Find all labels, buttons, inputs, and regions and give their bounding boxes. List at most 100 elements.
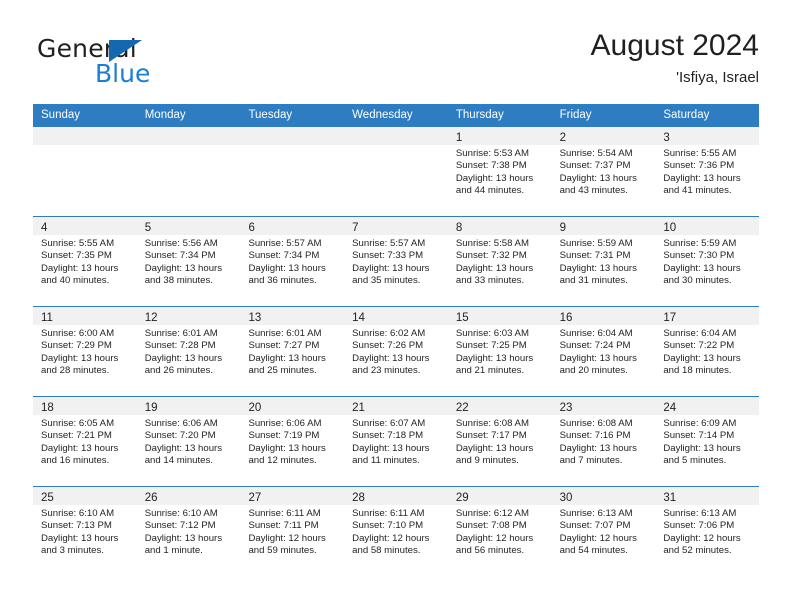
daylight-text-line2: and 59 minutes. xyxy=(248,545,317,557)
sunrise-text: Sunrise: 6:06 AM xyxy=(144,418,218,429)
calendar-day-cell[interactable]: 4 Sunrise: 5:55 AM Sunset: 7:35 PM Dayli… xyxy=(33,217,137,306)
day-details: Sunrise: 6:09 AM Sunset: 7:14 PM Dayligh… xyxy=(655,415,759,468)
daylight-text-line2: and 36 minutes. xyxy=(248,275,317,287)
calendar-day-cell[interactable]: 5 Sunrise: 5:56 AM Sunset: 7:34 PM Dayli… xyxy=(136,217,241,306)
day-number-band: 28 xyxy=(344,487,448,505)
sunrise-text: Sunrise: 6:04 AM xyxy=(559,328,633,339)
sunset-text: Sunset: 7:31 PM xyxy=(559,250,631,262)
daylight-text-line2: and 7 minutes. xyxy=(559,455,623,467)
sunset-text: Sunset: 7:37 PM xyxy=(559,160,631,172)
day-number-band xyxy=(344,127,448,145)
calendar-day-cell[interactable]: 19 Sunrise: 6:06 AM Sunset: 7:20 PM Dayl… xyxy=(136,397,241,486)
day-number-band: 9 xyxy=(551,217,656,235)
calendar-day-cell[interactable]: 12 Sunrise: 6:01 AM Sunset: 7:28 PM Dayl… xyxy=(136,307,241,396)
day-number-band: 13 xyxy=(240,307,345,325)
sunset-text: Sunset: 7:22 PM xyxy=(663,340,735,352)
day-number-band: 3 xyxy=(655,127,760,145)
calendar-day-cell[interactable]: 24 Sunrise: 6:09 AM Sunset: 7:14 PM Dayl… xyxy=(655,397,760,486)
weekday-friday: Friday xyxy=(559,109,592,121)
calendar-day-cell[interactable]: 27 Sunrise: 6:11 AM Sunset: 7:11 PM Dayl… xyxy=(240,487,345,577)
sunset-text: Sunset: 7:08 PM xyxy=(455,520,527,532)
day-number: 15 xyxy=(455,312,469,324)
calendar-day-cell[interactable]: 20 Sunrise: 6:06 AM Sunset: 7:19 PM Dayl… xyxy=(240,397,345,486)
day-number-band: 24 xyxy=(655,397,760,415)
day-number-band: 16 xyxy=(551,307,656,325)
day-details: Sunrise: 5:54 AM Sunset: 7:37 PM Dayligh… xyxy=(552,145,656,198)
calendar-day-cell[interactable]: 18 Sunrise: 6:05 AM Sunset: 7:21 PM Dayl… xyxy=(33,397,137,486)
day-number: 19 xyxy=(144,402,158,414)
sunrise-text: Sunrise: 6:13 AM xyxy=(663,508,737,519)
daylight-text-line2: and 23 minutes. xyxy=(352,365,421,377)
daylight-text-line1: Daylight: 13 hours xyxy=(455,262,534,274)
weekday-thursday: Thursday xyxy=(455,109,504,121)
calendar-day-cell[interactable] xyxy=(136,127,241,216)
calendar-day-cell[interactable]: 14 Sunrise: 6:02 AM Sunset: 7:26 PM Dayl… xyxy=(344,307,448,396)
sunrise-text: Sunrise: 6:05 AM xyxy=(41,418,115,429)
weekday-tuesday: Tuesday xyxy=(248,109,293,121)
calendar-day-cell[interactable]: 11 Sunrise: 6:00 AM Sunset: 7:29 PM Dayl… xyxy=(33,307,137,396)
calendar-day-cell[interactable]: 21 Sunrise: 6:07 AM Sunset: 7:18 PM Dayl… xyxy=(344,397,448,486)
day-number: 26 xyxy=(144,492,158,504)
sunrise-text: Sunrise: 5:56 AM xyxy=(144,238,218,249)
sunrise-text: Sunrise: 6:09 AM xyxy=(663,418,737,429)
calendar-day-cell[interactable]: 9 Sunrise: 5:59 AM Sunset: 7:31 PM Dayli… xyxy=(551,217,656,306)
calendar-day-cell[interactable]: 16 Sunrise: 6:04 AM Sunset: 7:24 PM Dayl… xyxy=(551,307,656,396)
daylight-text-line2: and 58 minutes. xyxy=(352,545,421,557)
calendar-day-cell[interactable] xyxy=(33,127,137,216)
day-number: 27 xyxy=(248,492,262,504)
day-number: 18 xyxy=(41,402,54,414)
calendar-day-cell[interactable] xyxy=(344,127,448,216)
day-number-band: 21 xyxy=(344,397,448,415)
sunset-text: Sunset: 7:20 PM xyxy=(144,430,216,442)
generalblue-logo[interactable]: General Blue xyxy=(37,34,267,94)
sunset-text: Sunset: 7:16 PM xyxy=(559,430,631,442)
calendar-day-cell[interactable]: 23 Sunrise: 6:08 AM Sunset: 7:16 PM Dayl… xyxy=(551,397,656,486)
calendar-day-cell[interactable]: 29 Sunrise: 6:12 AM Sunset: 7:08 PM Dayl… xyxy=(447,487,552,577)
day-number: 23 xyxy=(559,402,573,414)
day-details: Sunrise: 6:10 AM Sunset: 7:12 PM Dayligh… xyxy=(137,505,241,558)
calendar-day-cell[interactable]: 1 Sunrise: 5:53 AM Sunset: 7:38 PM Dayli… xyxy=(447,127,552,216)
daylight-text-line1: Daylight: 13 hours xyxy=(352,352,430,364)
day-details: Sunrise: 6:11 AM Sunset: 7:11 PM Dayligh… xyxy=(240,505,344,558)
calendar-day-cell[interactable]: 15 Sunrise: 6:03 AM Sunset: 7:25 PM Dayl… xyxy=(447,307,552,396)
day-details: Sunrise: 6:10 AM Sunset: 7:13 PM Dayligh… xyxy=(33,505,137,558)
sunrise-text: Sunrise: 5:54 AM xyxy=(559,148,633,159)
sunrise-text: Sunrise: 5:57 AM xyxy=(248,238,322,249)
daylight-text-line1: Daylight: 13 hours xyxy=(41,442,119,454)
calendar-day-cell[interactable]: 28 Sunrise: 6:11 AM Sunset: 7:10 PM Dayl… xyxy=(344,487,448,577)
day-number-band: 23 xyxy=(551,397,656,415)
calendar-day-cell[interactable]: 31 Sunrise: 6:13 AM Sunset: 7:06 PM Dayl… xyxy=(655,487,760,577)
calendar-day-cell[interactable]: 25 Sunrise: 6:10 AM Sunset: 7:13 PM Dayl… xyxy=(33,487,137,577)
sunrise-text: Sunrise: 6:13 AM xyxy=(559,508,633,519)
sunrise-text: Sunrise: 6:06 AM xyxy=(248,418,322,429)
calendar-week-row: 4 Sunrise: 5:55 AM Sunset: 7:35 PM Dayli… xyxy=(33,216,760,306)
calendar-day-cell[interactable]: 30 Sunrise: 6:13 AM Sunset: 7:07 PM Dayl… xyxy=(551,487,656,577)
day-number: 24 xyxy=(663,402,677,414)
day-number: 9 xyxy=(559,222,566,234)
calendar-day-cell[interactable]: 13 Sunrise: 6:01 AM Sunset: 7:27 PM Dayl… xyxy=(240,307,345,396)
calendar-day-cell[interactable]: 22 Sunrise: 6:08 AM Sunset: 7:17 PM Dayl… xyxy=(447,397,552,486)
calendar-day-cell[interactable]: 6 Sunrise: 5:57 AM Sunset: 7:34 PM Dayli… xyxy=(240,217,345,306)
calendar-day-cell[interactable]: 17 Sunrise: 6:04 AM Sunset: 7:22 PM Dayl… xyxy=(655,307,760,396)
day-number-band: 7 xyxy=(344,217,448,235)
sunrise-text: Sunrise: 6:00 AM xyxy=(41,328,115,339)
calendar-day-cell[interactable] xyxy=(240,127,345,216)
day-details: Sunrise: 6:04 AM Sunset: 7:22 PM Dayligh… xyxy=(655,325,759,378)
day-number: 8 xyxy=(455,222,463,234)
day-number: 12 xyxy=(144,312,158,324)
daylight-text-line1: Daylight: 13 hours xyxy=(455,352,534,364)
calendar-day-cell[interactable]: 2 Sunrise: 5:54 AM Sunset: 7:37 PM Dayli… xyxy=(551,127,656,216)
sunset-text: Sunset: 7:14 PM xyxy=(663,430,735,442)
day-details: Sunrise: 5:57 AM Sunset: 7:34 PM Dayligh… xyxy=(240,235,344,288)
calendar-day-cell[interactable]: 8 Sunrise: 5:58 AM Sunset: 7:32 PM Dayli… xyxy=(447,217,552,306)
calendar-day-cell[interactable]: 7 Sunrise: 5:57 AM Sunset: 7:33 PM Dayli… xyxy=(344,217,448,306)
calendar-day-cell[interactable]: 26 Sunrise: 6:10 AM Sunset: 7:12 PM Dayl… xyxy=(136,487,241,577)
sunset-text: Sunset: 7:18 PM xyxy=(352,430,424,442)
sunset-text: Sunset: 7:17 PM xyxy=(455,430,527,442)
day-details xyxy=(344,145,448,148)
calendar-day-cell[interactable]: 10 Sunrise: 5:59 AM Sunset: 7:30 PM Dayl… xyxy=(655,217,760,306)
calendar-day-cell[interactable]: 3 Sunrise: 5:55 AM Sunset: 7:36 PM Dayli… xyxy=(655,127,760,216)
day-number: 22 xyxy=(455,402,469,414)
day-number: 3 xyxy=(663,132,670,144)
day-details: Sunrise: 6:01 AM Sunset: 7:28 PM Dayligh… xyxy=(137,325,241,378)
